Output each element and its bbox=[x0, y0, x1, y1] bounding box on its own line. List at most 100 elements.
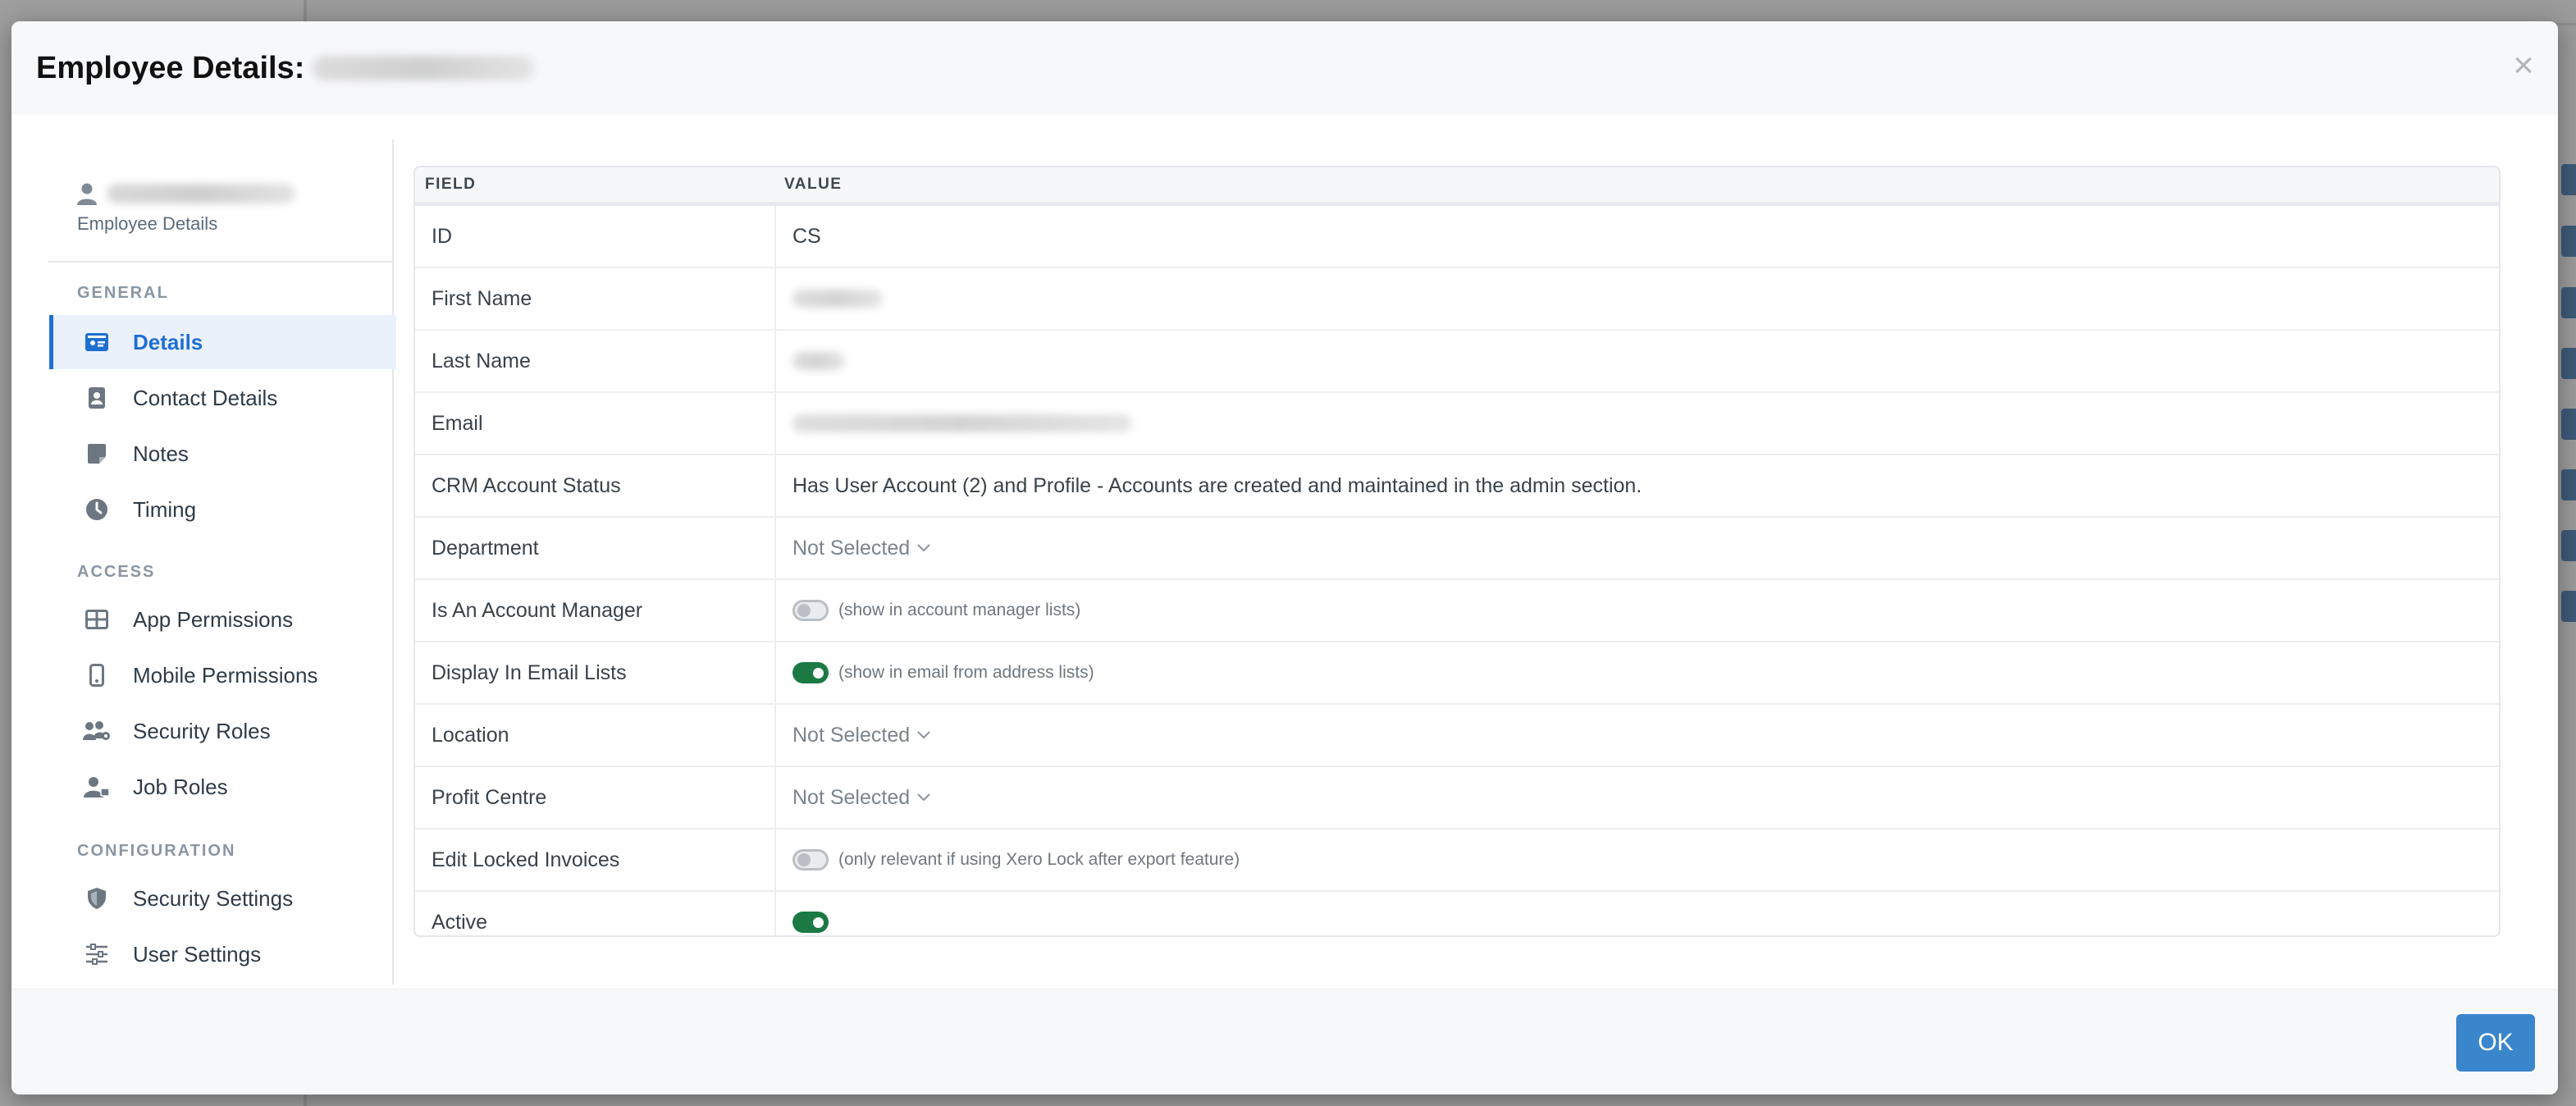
user-subtitle: Employee Details bbox=[77, 213, 218, 234]
sidebar: Employee Details GENERAL Details Contact… bbox=[36, 139, 396, 985]
background-tag bbox=[2561, 226, 2576, 257]
clock-icon bbox=[82, 495, 112, 524]
sidebar-item-security-roles[interactable]: Security Roles bbox=[49, 704, 392, 758]
field-label: Profit Centre bbox=[432, 785, 547, 809]
chevron-down-icon bbox=[917, 544, 930, 552]
active-toggle[interactable] bbox=[792, 912, 829, 933]
table-row-account-manager: Is An Account Manager (show in account m… bbox=[415, 580, 2499, 642]
first-name-redacted bbox=[792, 290, 883, 308]
sidebar-item-contact-details[interactable]: Contact Details bbox=[49, 371, 392, 425]
sidebar-item-app-permissions[interactable]: App Permissions bbox=[49, 592, 392, 647]
table-row-email-lists: Display In Email Lists (show in email fr… bbox=[415, 642, 2499, 705]
table-row-edit-locked-invoices: Edit Locked Invoices (only relevant if u… bbox=[415, 830, 2499, 892]
table-row-location: Location Not Selected bbox=[415, 705, 2499, 767]
background-tag bbox=[2561, 164, 2576, 195]
user-tie-icon bbox=[82, 772, 112, 802]
grid-icon bbox=[82, 605, 112, 634]
chevron-down-icon bbox=[917, 731, 930, 739]
modal-title: Employee Details: bbox=[36, 50, 535, 86]
column-header-value: VALUE bbox=[784, 176, 843, 193]
department-select[interactable]: Not Selected bbox=[792, 537, 931, 560]
field-label: Location bbox=[432, 723, 509, 747]
employee-name-redacted bbox=[313, 56, 535, 80]
sidebar-item-job-roles[interactable]: Job Roles bbox=[49, 760, 392, 814]
profit-centre-value: Not Selected bbox=[792, 785, 911, 809]
table-row-active: Active bbox=[415, 892, 2499, 935]
email-redacted bbox=[792, 414, 1132, 432]
table-row-crm-status: CRM Account Status Has User Account (2) … bbox=[415, 455, 2499, 518]
modal-footer: OK bbox=[11, 989, 2558, 1095]
table-row-profit-centre: Profit Centre Not Selected bbox=[415, 767, 2499, 830]
sidebar-item-label: Security Roles bbox=[133, 718, 271, 743]
background-tag bbox=[2561, 348, 2576, 379]
sidebar-item-label: Timing bbox=[133, 496, 197, 522]
contact-book-icon bbox=[82, 383, 112, 413]
profit-centre-select[interactable]: Not Selected bbox=[792, 786, 931, 810]
user-icon bbox=[77, 183, 97, 205]
field-label: Department bbox=[432, 536, 539, 560]
sidebar-item-label: Security Settings bbox=[133, 885, 294, 911]
table-row-last-name: Last Name bbox=[415, 331, 2499, 393]
account-manager-hint: (show in account manager lists) bbox=[838, 601, 1081, 619]
background-tag bbox=[2561, 287, 2576, 318]
field-label: First Name bbox=[432, 286, 532, 310]
field-label: Is An Account Manager bbox=[432, 598, 643, 622]
section-configuration: CONFIGURATION bbox=[77, 842, 236, 860]
field-label: ID bbox=[432, 224, 452, 248]
field-label: Edit Locked Invoices bbox=[432, 848, 620, 871]
users-group-icon bbox=[82, 716, 112, 746]
background-tag bbox=[2561, 591, 2576, 622]
background-tag bbox=[2561, 409, 2576, 440]
sidebar-item-label: Job Roles bbox=[133, 774, 228, 799]
sidebar-item-security-settings[interactable]: Security Settings bbox=[49, 871, 392, 925]
location-value: Not Selected bbox=[792, 723, 911, 747]
sidebar-item-label: Contact Details bbox=[133, 385, 278, 410]
last-name-redacted bbox=[792, 352, 845, 370]
section-general: GENERAL bbox=[77, 284, 169, 302]
table-row-email: Email bbox=[415, 393, 2499, 455]
edit-locked-invoices-toggle[interactable] bbox=[792, 849, 829, 871]
location-select[interactable]: Not Selected bbox=[792, 724, 931, 747]
id-value: CS bbox=[792, 224, 821, 248]
crm-status-value: Has User Account (2) and Profile - Accou… bbox=[792, 473, 1642, 497]
field-label: Last Name bbox=[432, 349, 531, 372]
sidebar-item-label: App Permissions bbox=[133, 606, 294, 632]
sidebar-item-label: Notes bbox=[133, 441, 189, 466]
section-access: ACCESS bbox=[77, 563, 156, 581]
table-header: FIELD VALUE bbox=[415, 167, 2499, 206]
table-row-id: ID CS bbox=[415, 206, 2499, 268]
account-manager-toggle[interactable] bbox=[792, 600, 829, 621]
sidebar-item-timing[interactable]: Timing bbox=[49, 482, 392, 537]
chevron-down-icon bbox=[917, 793, 930, 802]
sidebar-item-label: Mobile Permissions bbox=[133, 662, 318, 688]
column-header-field: FIELD bbox=[425, 176, 477, 193]
details-table: FIELD VALUE ID CS First Name Last Name E… bbox=[413, 166, 2501, 937]
field-label: CRM Account Status bbox=[432, 473, 621, 497]
note-icon bbox=[82, 439, 112, 468]
user-name-redacted bbox=[107, 184, 295, 203]
sidebar-item-label: Details bbox=[133, 329, 203, 354]
sidebar-item-user-settings[interactable]: User Settings bbox=[49, 927, 392, 981]
table-row-first-name: First Name bbox=[415, 268, 2499, 331]
sidebar-user: Employee Details bbox=[77, 182, 295, 235]
close-icon[interactable]: × bbox=[2507, 48, 2540, 84]
sidebar-divider bbox=[48, 261, 392, 263]
field-label: Display In Email Lists bbox=[432, 660, 627, 684]
edit-locked-invoices-hint: (only relevant if using Xero Lock after … bbox=[838, 850, 1240, 869]
sidebar-item-notes[interactable]: Notes bbox=[49, 427, 392, 481]
background-tag bbox=[2561, 530, 2576, 561]
sliders-icon bbox=[82, 939, 112, 969]
modal-header: Employee Details: × bbox=[11, 21, 2558, 115]
background-tag bbox=[2561, 469, 2576, 500]
department-value: Not Selected bbox=[792, 536, 911, 560]
email-lists-toggle[interactable] bbox=[792, 662, 829, 683]
mobile-icon bbox=[82, 660, 112, 690]
modal-title-text: Employee Details: bbox=[36, 50, 305, 85]
ok-button[interactable]: OK bbox=[2456, 1014, 2535, 1072]
sidebar-item-mobile-permissions[interactable]: Mobile Permissions bbox=[49, 648, 392, 702]
table-body: ID CS First Name Last Name Email CRM Acc… bbox=[415, 206, 2499, 935]
id-card-icon bbox=[82, 327, 112, 357]
sidebar-item-details[interactable]: Details bbox=[49, 315, 396, 369]
shield-icon bbox=[82, 884, 112, 913]
field-label: Email bbox=[432, 411, 483, 435]
